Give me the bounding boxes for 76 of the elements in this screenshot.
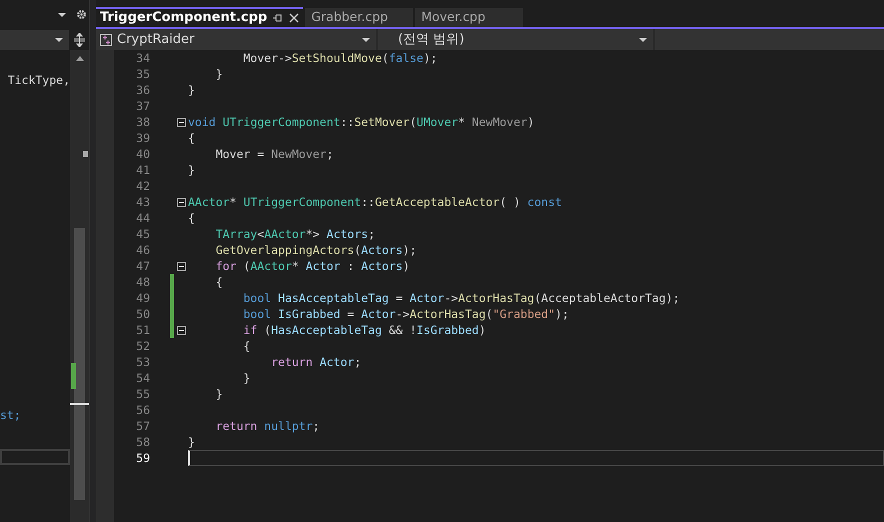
scope-dropdown[interactable]: (전역 범위) xyxy=(378,29,653,50)
line-number: 58 xyxy=(135,434,150,450)
project-icon xyxy=(100,34,112,46)
line-number: 49 xyxy=(135,290,150,306)
split-handle-icon[interactable] xyxy=(74,32,85,46)
line-number: 42 xyxy=(135,178,150,194)
code-line: AActor* UTriggerComponent::GetAcceptableActor( ) const xyxy=(188,194,562,210)
scroll-marker xyxy=(83,151,88,157)
line-number: 54 xyxy=(135,370,150,386)
code-line: GetOverlappingActors(Actors); xyxy=(214,242,417,258)
code-line: Mover->SetShouldMove(false); xyxy=(242,50,438,66)
close-icon[interactable] xyxy=(289,13,300,23)
collapse-icon[interactable] xyxy=(176,198,186,206)
line-number: 34 xyxy=(135,50,150,66)
code-text: st; xyxy=(0,407,21,423)
line-number: 48 xyxy=(135,274,150,290)
dropdown-caret-icon[interactable] xyxy=(58,12,66,16)
gear-icon[interactable] xyxy=(76,9,87,20)
dropdown-field[interactable] xyxy=(0,30,69,50)
vertical-scrollbar[interactable] xyxy=(70,50,89,522)
code-line: } xyxy=(188,434,195,450)
line-number: 36 xyxy=(135,82,150,98)
caret-position-marker xyxy=(70,403,89,405)
line-number: 53 xyxy=(135,354,150,370)
line-number: 57 xyxy=(135,418,150,434)
file-tab[interactable]: TriggerComponent.cpp xyxy=(96,7,304,27)
scroll-up-icon[interactable] xyxy=(76,56,84,61)
code-line: } xyxy=(214,66,223,82)
change-marker xyxy=(71,363,76,389)
line-number: 41 xyxy=(135,162,150,178)
line-number: 37 xyxy=(135,98,150,114)
code-line: { xyxy=(214,274,223,290)
line-number: 39 xyxy=(135,130,150,146)
line-number: 38 xyxy=(135,114,150,130)
code-line: for (AActor* Actor : Actors) xyxy=(214,258,410,274)
line-number: 44 xyxy=(135,210,150,226)
line-number: 45 xyxy=(135,226,150,242)
collapse-icon[interactable] xyxy=(176,262,186,270)
line-number: 52 xyxy=(135,338,150,354)
code-line: void UTriggerComponent::SetMover(UMover* NewMover) xyxy=(188,114,534,130)
scroll-thumb[interactable] xyxy=(74,228,85,500)
collapse-icon[interactable] xyxy=(176,326,186,334)
code-line: { xyxy=(188,210,195,226)
code-line: { xyxy=(188,130,195,146)
line-number: 50 xyxy=(135,306,150,322)
code-line: return Actor; xyxy=(270,354,362,370)
line-number: 40 xyxy=(135,146,150,162)
dropdown-caret-icon xyxy=(55,38,63,42)
project-dropdown[interactable]: CryptRaider xyxy=(96,29,376,50)
code-line: } xyxy=(188,162,195,178)
line-number: 46 xyxy=(135,242,150,258)
dropdown-caret-icon xyxy=(639,38,647,42)
code-line: if (HasAcceptableTag && !IsGrabbed) xyxy=(242,322,486,338)
code-line: } xyxy=(188,82,195,98)
line-number: 47 xyxy=(135,258,150,274)
code-line: } xyxy=(242,370,250,386)
line-number: 56 xyxy=(135,402,150,418)
file-tab[interactable]: Grabber.cpp xyxy=(305,8,414,27)
code-line: } xyxy=(214,386,223,402)
code-line: { xyxy=(242,338,250,354)
file-tab[interactable]: Mover.cpp xyxy=(415,8,524,27)
code-text: TickType, xyxy=(8,72,70,88)
collapse-icon[interactable] xyxy=(176,118,186,126)
line-number: 59 xyxy=(135,450,150,466)
code-line: bool IsGrabbed = Actor->ActorHasTag("Grabbed"); xyxy=(242,306,569,322)
pin-icon[interactable] xyxy=(273,14,284,22)
dropdown-caret-icon xyxy=(362,38,370,42)
code-line: Mover = NewMover; xyxy=(214,146,334,162)
code-line: return nullptr; xyxy=(214,418,320,434)
line-number: 35 xyxy=(135,66,150,82)
line-number: 51 xyxy=(135,322,150,338)
code-line: TArray<AActor*> Actors; xyxy=(214,226,375,242)
input-field[interactable] xyxy=(0,449,70,465)
line-number: 55 xyxy=(135,386,150,402)
line-number: 43 xyxy=(135,194,150,210)
code-line: bool HasAcceptableTag = Actor->ActorHasTag(AcceptableActorTag); xyxy=(242,290,680,306)
